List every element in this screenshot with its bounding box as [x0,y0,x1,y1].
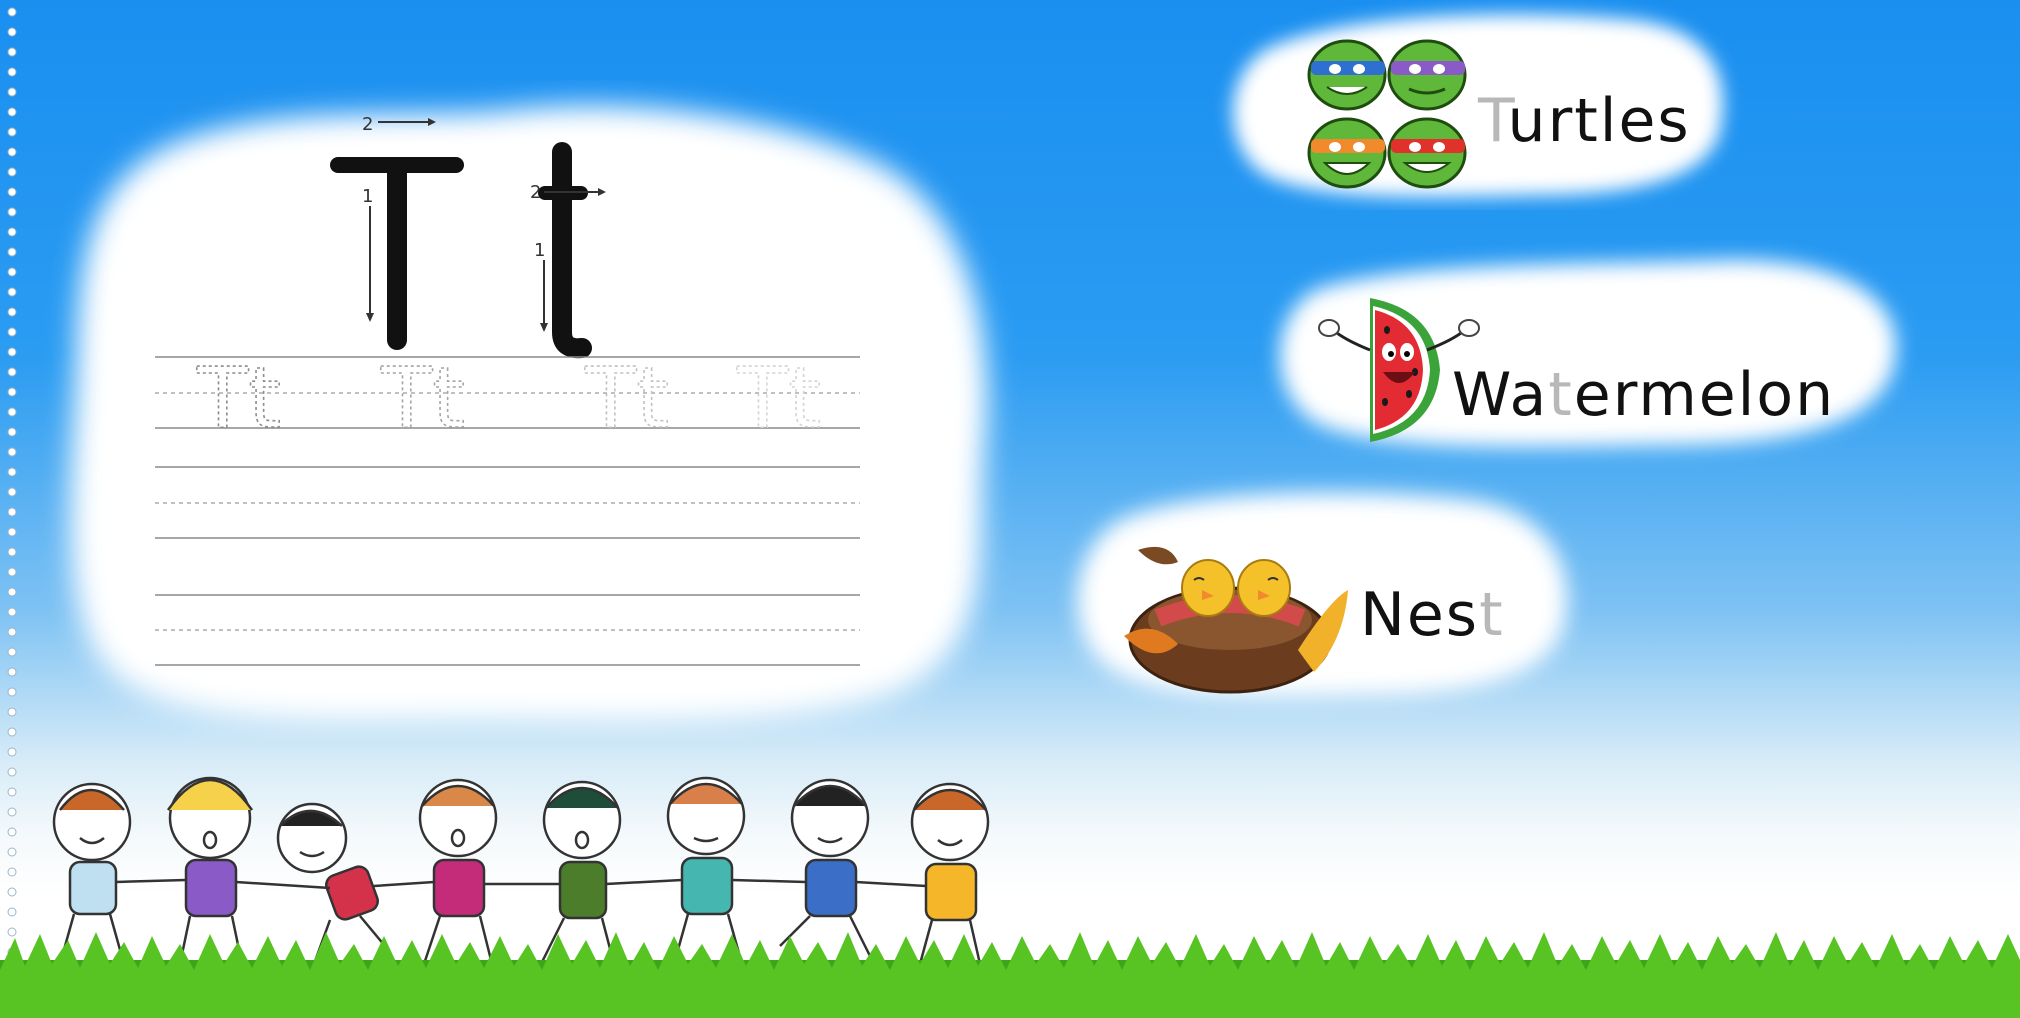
stroke-number-1-upper: 1 [362,186,373,207]
word-watermelon-highlight: t [1548,360,1574,430]
stroke-number-1-lower: 1 [534,240,545,261]
lowercase-t-glyph [538,142,606,359]
turtle-faces-icon [1307,39,1467,189]
word-turtles: Turtles [1478,86,1691,156]
uppercase-t-glyph [330,118,464,350]
worksheet-page: 2 1 2 1 Tt Tt Tt Tt Turtles Watermelon N… [0,0,2020,1018]
trace-sample-2: Tt [380,355,465,447]
word-nest-before: Nes [1360,580,1480,650]
stroke-number-2-upper: 2 [362,114,373,135]
letter-tt-model: 2 1 2 1 [330,114,606,359]
word-nest-highlight: t [1479,580,1505,650]
word-turtles-first-letter: T [1478,86,1508,156]
trace-sample-1: Tt [196,355,281,447]
handwriting-lines: Tt Tt Tt Tt [155,355,860,666]
trace-sample-4: Tt [736,355,821,447]
word-watermelon-after: ermelon [1573,360,1836,430]
spiral-binding [7,7,17,1017]
word-watermelon: Watermelon [1452,360,1835,430]
trace-sample-3: Tt [584,355,669,447]
word-watermelon-before: Wa [1452,360,1549,430]
bird-nest-icon [1124,546,1348,694]
grass-strip [0,932,2020,1018]
word-turtles-rest: urtles [1507,86,1691,156]
word-nest: Nest [1360,580,1505,650]
stroke-number-2-lower: 2 [530,182,541,203]
